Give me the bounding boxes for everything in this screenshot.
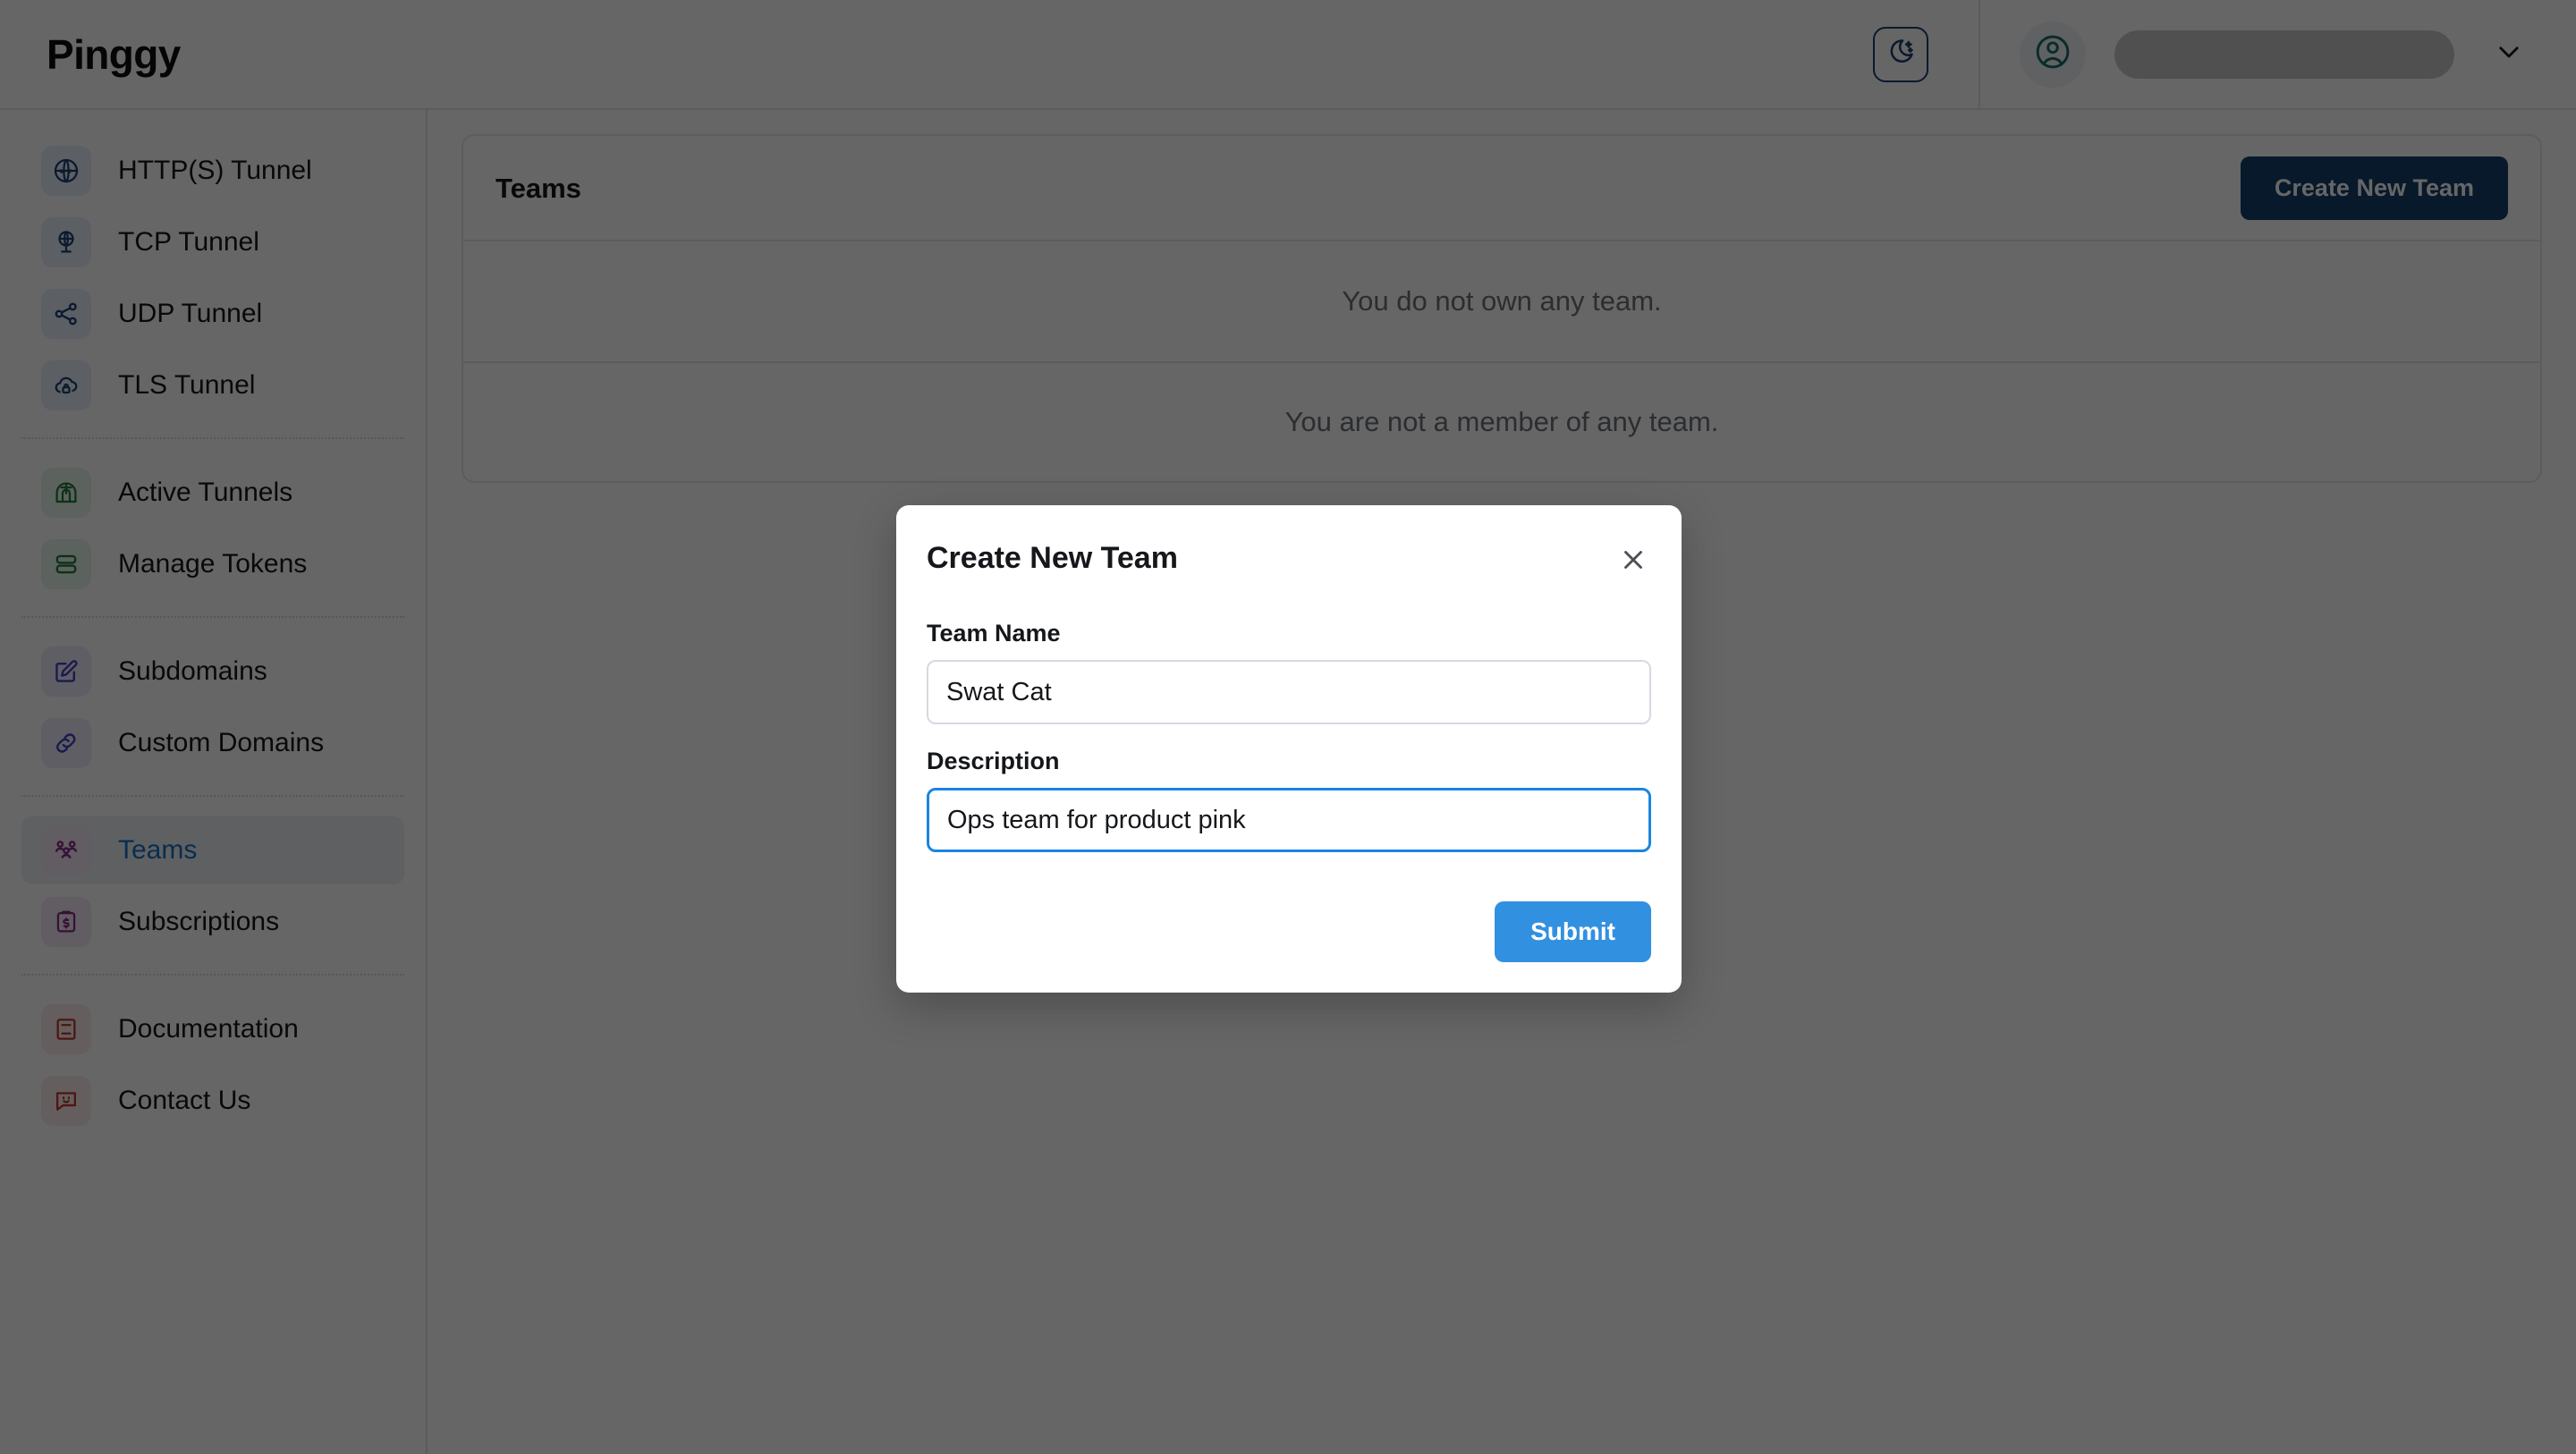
- team-name-input[interactable]: [927, 660, 1651, 724]
- description-label: Description: [927, 748, 1060, 774]
- close-x-icon: [1618, 545, 1648, 578]
- create-new-team-dialog: Create New Team Team Name Description Su…: [896, 505, 1682, 993]
- submit-button[interactable]: Submit: [1495, 901, 1651, 962]
- close-button[interactable]: [1615, 543, 1651, 579]
- team-name-label: Team Name: [927, 620, 1061, 647]
- dialog-actions: Submit: [927, 901, 1651, 962]
- dialog-header: Create New Team: [927, 543, 1651, 579]
- description-input[interactable]: [927, 788, 1651, 852]
- dialog-title: Create New Team: [927, 541, 1178, 575]
